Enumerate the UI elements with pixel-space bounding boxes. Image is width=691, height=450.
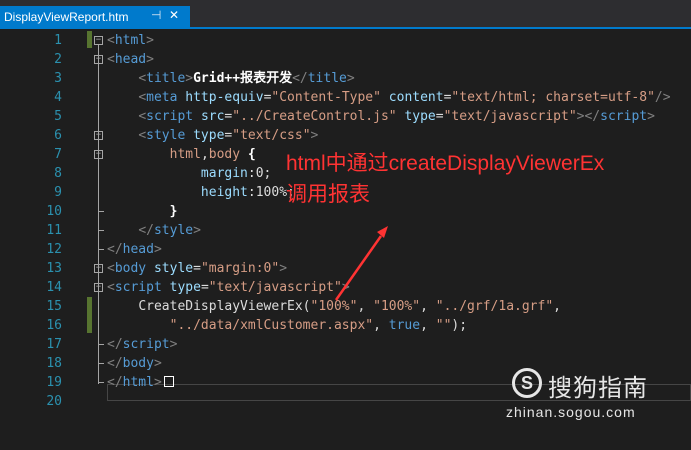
annotation-callout: html中通过createDisplayViewerEx 调用报表 bbox=[286, 148, 604, 210]
annotation-line-1: html中通过createDisplayViewerEx bbox=[286, 152, 605, 175]
sogou-logo-icon: S bbox=[512, 368, 542, 398]
watermark-url: zhinan.sogou.com bbox=[506, 404, 636, 420]
annotation-line-2: 调用报表 bbox=[286, 183, 370, 206]
watermark-name: 搜狗指南 bbox=[548, 375, 648, 402]
